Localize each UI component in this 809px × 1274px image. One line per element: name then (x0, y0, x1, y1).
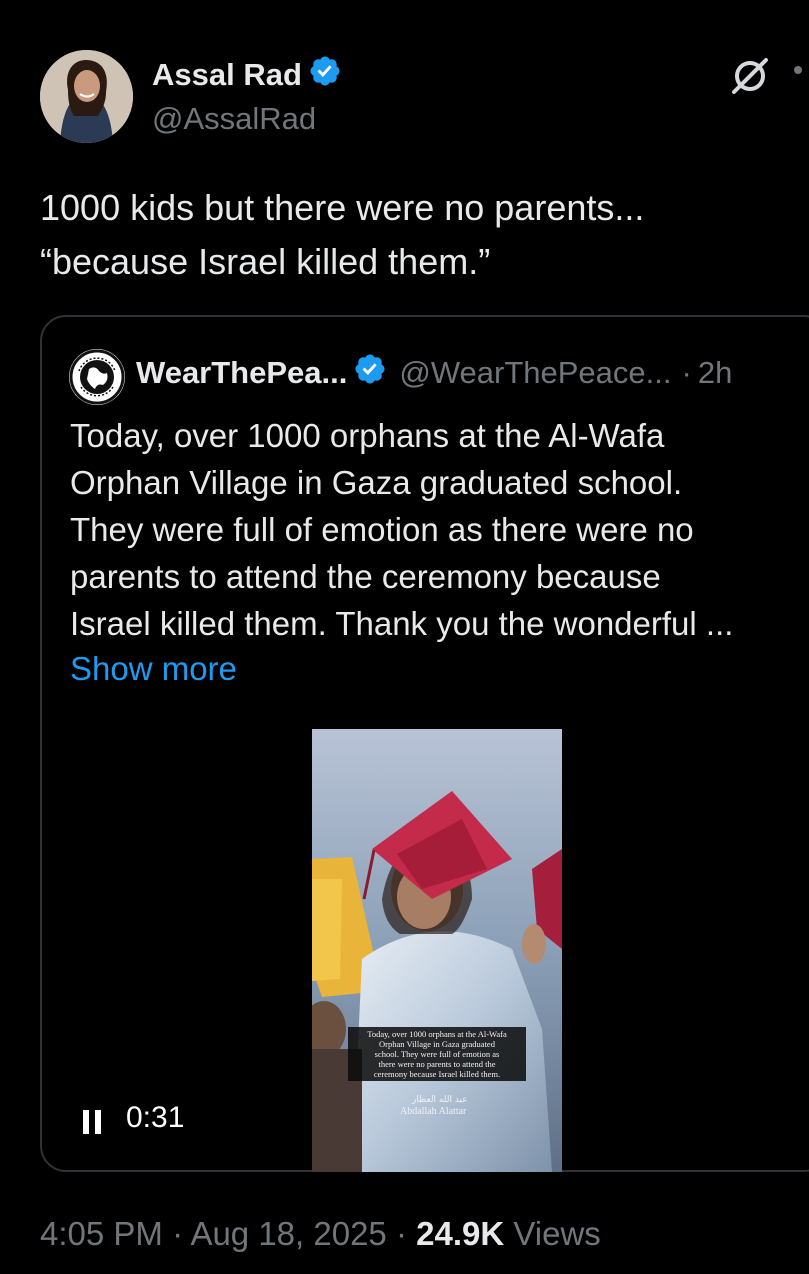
video-duration: 0:31 (126, 1101, 185, 1134)
meta-separator: · (395, 1215, 407, 1252)
more-icon[interactable] (794, 66, 802, 74)
quote-header: WearThePea... @WearThePeace... · 2h (136, 352, 732, 394)
tweet-text-line: 1000 kids but there were no parents... (40, 187, 645, 228)
verified-badge-icon (353, 352, 387, 394)
quote-text-line: Orphan Village in Gaza graduated school. (70, 464, 683, 501)
grok-icon[interactable] (728, 54, 772, 98)
quote-text-line: They were full of emotion as there were … (70, 511, 694, 548)
quote-text-line: Today, over 1000 orphans at the Al-Wafa (70, 417, 665, 454)
author-avatar[interactable] (40, 50, 133, 143)
quote-timestamp[interactable]: 2h (698, 355, 732, 391)
quote-author-avatar[interactable] (69, 349, 125, 405)
views-label: Views (513, 1215, 601, 1252)
tweet-time[interactable]: 4:05 PM (40, 1215, 163, 1252)
show-more-link[interactable]: Show more (70, 645, 237, 692)
video-caption-line: there were no parents to attend the (378, 1059, 496, 1069)
video-caption: Today, over 1000 orphans at the Al-Wafa … (348, 1027, 526, 1081)
tweet-text: 1000 kids but there were no parents... “… (40, 181, 780, 289)
video-caption-line: ceremony because Israel killed them. (373, 1069, 501, 1079)
video-caption-line: Orphan Village in Gaza graduated (379, 1039, 495, 1049)
quote-text: Today, over 1000 orphans at the Al-Wafa … (70, 412, 733, 647)
quote-author-handle[interactable]: @WearThePeace... (399, 355, 671, 391)
quote-author-name[interactable]: WearThePea... (136, 355, 347, 391)
verified-badge-icon (308, 54, 342, 96)
video-credit-english: Abdallah Alattar (400, 1106, 467, 1117)
meta-separator: · (172, 1215, 184, 1252)
tweet-text-line: “because Israel killed them.” (40, 241, 491, 282)
quote-text-line: Israel killed them. Thank you the wonder… (70, 605, 734, 642)
quote-text-line: parents to attend the ceremony because (70, 558, 661, 595)
author-handle[interactable]: @AssalRad (152, 101, 316, 137)
author-name[interactable]: Assal Rad (152, 54, 342, 96)
quote-separator: · (681, 355, 692, 390)
video-caption-line: school. They were full of emotion as (374, 1049, 500, 1059)
author-name-text: Assal Rad (152, 57, 302, 92)
video-credit-arabic: عبد الله العطار (412, 1095, 468, 1105)
pause-icon[interactable] (83, 1110, 103, 1134)
video-caption-line: Today, over 1000 orphans at the Al-Wafa (367, 1029, 507, 1039)
views-count: 24.9K (416, 1215, 505, 1252)
tweet-date[interactable]: Aug 18, 2025 (190, 1215, 386, 1252)
tweet-meta: 4:05 PM · Aug 18, 2025 · 24.9K Views (40, 1215, 601, 1253)
